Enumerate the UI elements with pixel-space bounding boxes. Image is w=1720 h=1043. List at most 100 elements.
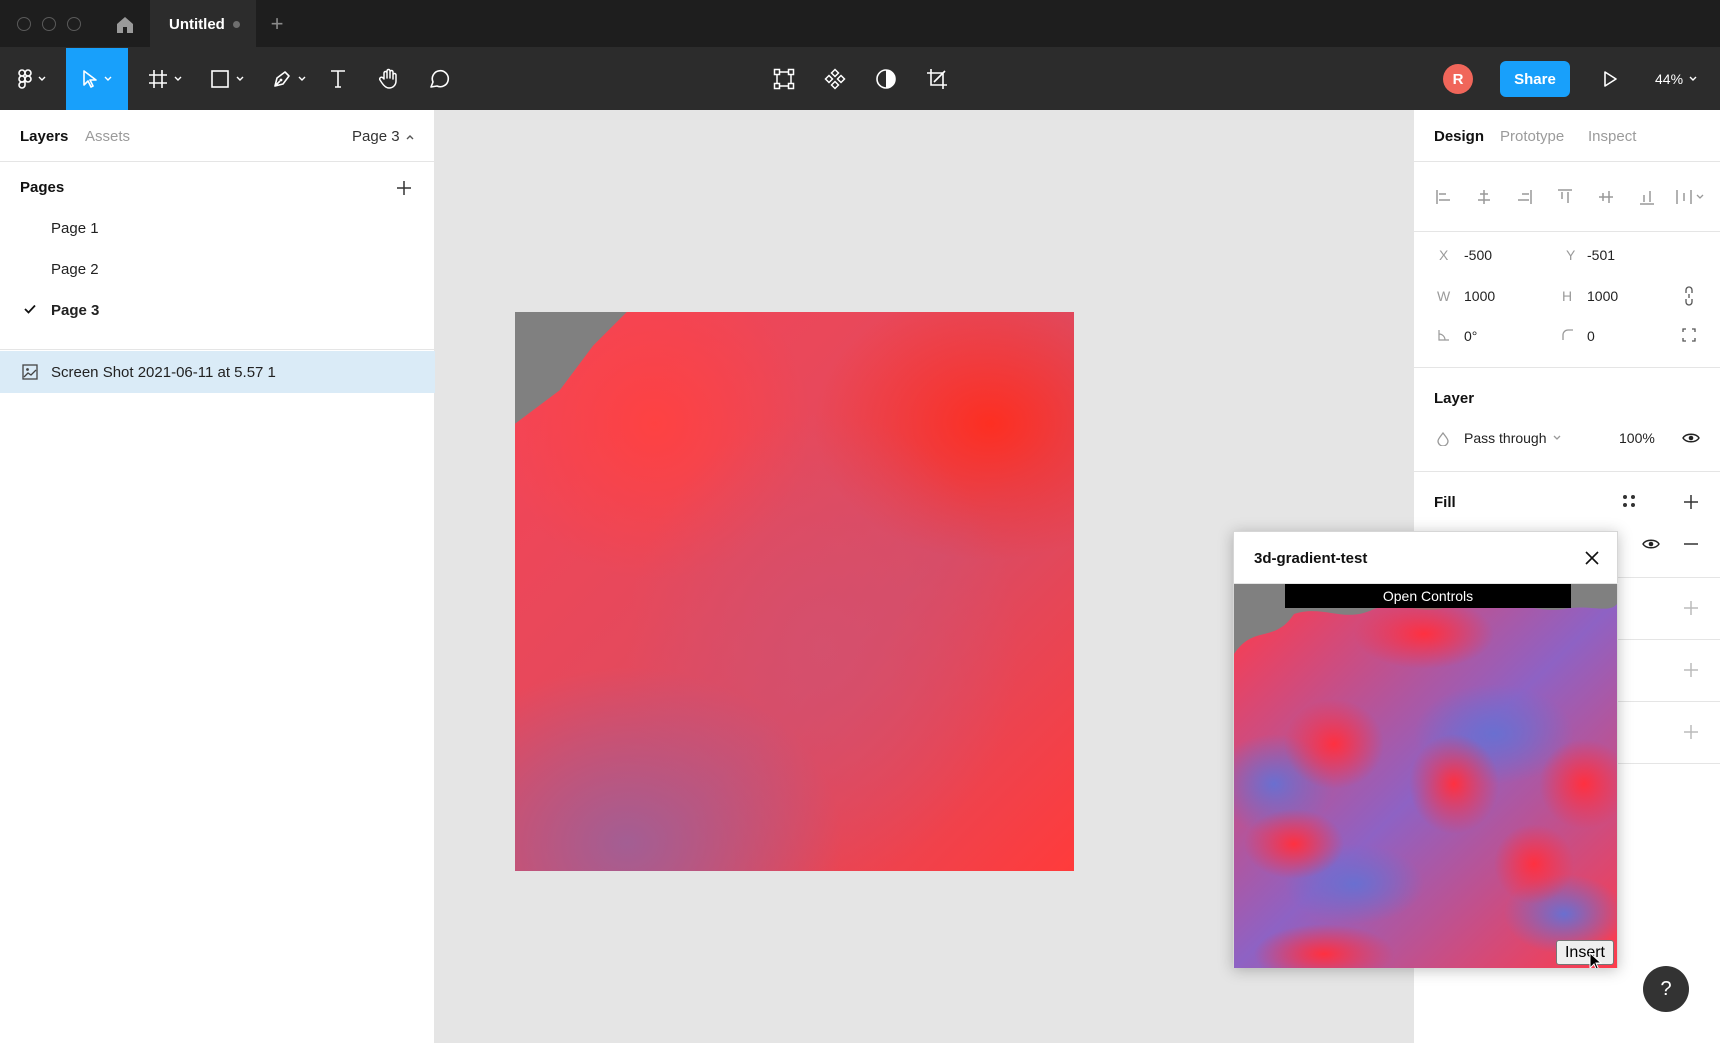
component-icon — [824, 68, 846, 90]
page-item-page-3[interactable]: Page 3 — [0, 290, 435, 330]
chevron-down-icon — [1689, 76, 1697, 81]
main-menu-button[interactable] — [12, 48, 52, 110]
page-switcher[interactable]: Page 3 — [352, 128, 414, 145]
constrain-proportions-icon[interactable] — [1684, 286, 1694, 306]
pen-icon — [274, 71, 290, 87]
rectangle-icon — [211, 70, 229, 88]
layer-row[interactable]: Screen Shot 2021-06-11 at 5.57 1 — [0, 351, 435, 393]
help-button[interactable]: ? — [1643, 966, 1689, 1012]
rotation-input[interactable]: 0° — [1464, 328, 1477, 344]
create-component-button[interactable] — [823, 48, 847, 110]
plugin-header[interactable]: 3d-gradient-test — [1234, 532, 1619, 584]
text-tool-button[interactable] — [325, 48, 351, 110]
align-horizontal-center-button[interactable] — [1473, 186, 1495, 208]
align-right-button[interactable] — [1513, 186, 1535, 208]
gradient-image — [515, 312, 1074, 871]
tab-design[interactable]: Design — [1434, 128, 1484, 145]
zoom-value: 44% — [1655, 71, 1684, 87]
add-export-button[interactable] — [1681, 722, 1701, 742]
distribute-button[interactable] — [1674, 186, 1708, 208]
play-icon — [1604, 71, 1617, 87]
user-avatar[interactable]: R — [1443, 64, 1473, 94]
canvas-image-layer[interactable] — [515, 312, 1074, 871]
close-icon — [1585, 551, 1599, 565]
figma-logo-icon — [18, 69, 32, 89]
tab-prototype[interactable]: Prototype — [1500, 128, 1564, 145]
toolbar: R Share 44% — [0, 48, 1720, 110]
height-input[interactable]: 1000 — [1587, 288, 1618, 304]
present-button[interactable] — [1596, 65, 1624, 93]
align-top-icon — [1558, 189, 1572, 203]
corner-radius-icon — [1562, 329, 1573, 340]
y-input[interactable]: -501 — [1587, 247, 1615, 263]
comment-tool-button[interactable] — [426, 48, 452, 110]
add-fill-button[interactable] — [1681, 492, 1701, 512]
eye-icon[interactable] — [1642, 538, 1660, 550]
rotation-icon — [1438, 330, 1449, 341]
tab-inspect[interactable]: Inspect — [1588, 128, 1636, 145]
tab-assets[interactable]: Assets — [85, 128, 130, 145]
unsaved-dot-icon — [233, 21, 240, 28]
window-maximize-button[interactable] — [67, 17, 81, 31]
home-button[interactable] — [112, 12, 138, 38]
zoom-dropdown[interactable]: 44% — [1655, 68, 1697, 90]
hand-tool-button[interactable] — [375, 48, 403, 110]
geometry-section: X -500 Y -501 W 1000 H 1000 0° 0 — [1414, 232, 1720, 368]
align-vertical-center-button[interactable] — [1595, 186, 1617, 208]
align-top-button[interactable] — [1554, 186, 1576, 208]
page-item-page-1[interactable]: Page 1 — [0, 208, 435, 248]
plus-icon — [1684, 495, 1698, 509]
tab-layers[interactable]: Layers — [20, 128, 68, 145]
x-input[interactable]: -500 — [1464, 247, 1492, 263]
insert-button[interactable]: Insert — [1556, 940, 1614, 965]
align-left-button[interactable] — [1433, 186, 1455, 208]
distribute-icon — [1676, 190, 1704, 204]
chevron-down-icon — [104, 76, 112, 81]
open-controls-button[interactable]: Open Controls — [1285, 584, 1571, 608]
width-input[interactable]: 1000 — [1464, 288, 1495, 304]
window-minimize-button[interactable] — [42, 17, 56, 31]
pages-heading: Pages — [20, 179, 65, 196]
add-effect-button[interactable] — [1681, 660, 1701, 680]
shape-tool-button[interactable] — [204, 48, 250, 110]
align-bottom-icon — [1640, 191, 1654, 205]
plus-icon — [1684, 725, 1698, 739]
vector-edit-icon — [773, 68, 795, 90]
frame-icon — [149, 70, 167, 88]
w-label: W — [1437, 288, 1451, 304]
plus-icon — [1684, 601, 1698, 615]
styles-grid-icon[interactable] — [1622, 494, 1636, 508]
crop-button[interactable] — [925, 48, 949, 110]
layer-heading: Layer — [1434, 390, 1475, 407]
independent-corners-icon[interactable] — [1682, 328, 1696, 342]
share-button[interactable]: Share — [1500, 61, 1570, 97]
edit-object-button[interactable] — [772, 48, 796, 110]
add-tab-button[interactable]: + — [265, 12, 289, 36]
tab-untitled[interactable]: Untitled — [150, 0, 256, 48]
frame-tool-button[interactable] — [142, 48, 188, 110]
mask-button[interactable] — [874, 48, 898, 110]
pen-tool-button[interactable] — [266, 48, 312, 110]
window-close-button[interactable] — [17, 17, 31, 31]
blend-mode-dropdown[interactable]: Pass through — [1464, 430, 1561, 446]
add-page-button[interactable] — [393, 177, 415, 199]
checkmark-icon — [24, 304, 36, 314]
corner-radius-input[interactable]: 0 — [1587, 328, 1595, 344]
eye-icon[interactable] — [1682, 432, 1700, 444]
add-stroke-button[interactable] — [1681, 598, 1701, 618]
contrast-icon — [876, 69, 896, 89]
layer-opacity-input[interactable]: 100% — [1619, 430, 1655, 446]
crop-icon — [927, 69, 947, 89]
plugin-preview[interactable]: Open Controls Insert — [1234, 584, 1617, 968]
title-bar: Untitled + — [0, 0, 1720, 48]
divider — [0, 349, 435, 350]
y-label: Y — [1566, 247, 1576, 263]
chevron-down-icon — [1553, 435, 1560, 440]
alignment-toolbar — [1414, 162, 1720, 232]
minus-icon[interactable] — [1684, 543, 1698, 545]
align-bottom-button[interactable] — [1636, 186, 1658, 208]
move-tool-button[interactable] — [66, 48, 128, 110]
close-plugin-button[interactable] — [1581, 547, 1603, 569]
page-item-page-2[interactable]: Page 2 — [0, 249, 435, 289]
align-center-icon — [1478, 190, 1490, 204]
